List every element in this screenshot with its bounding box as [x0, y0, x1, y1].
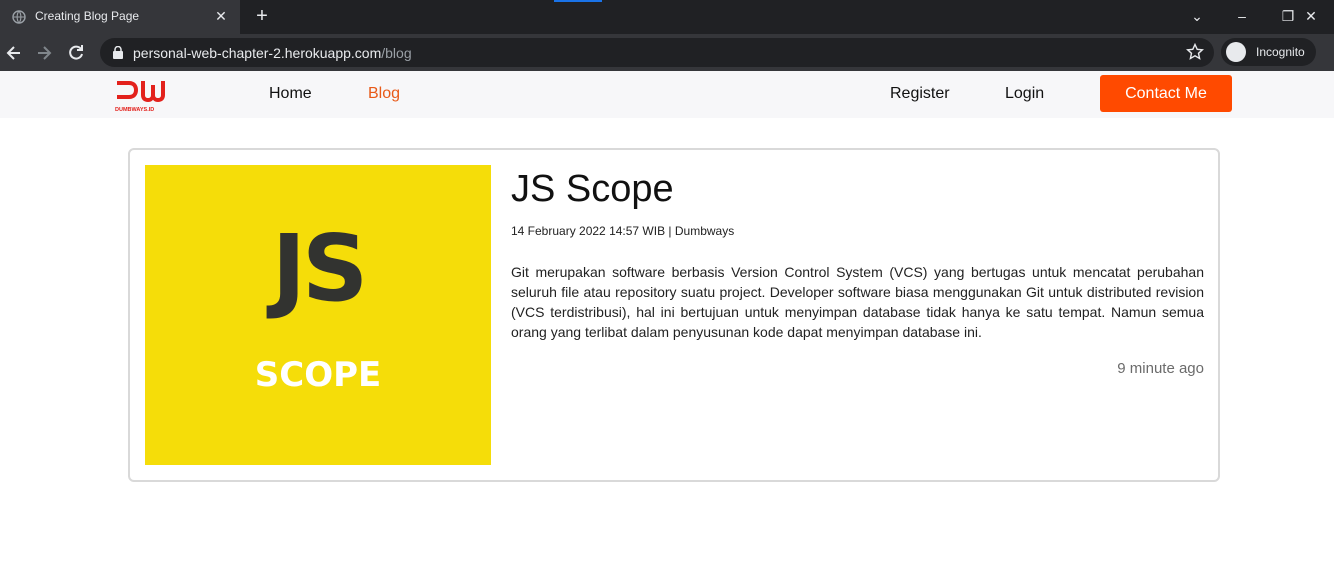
blog-post-card[interactable]: JS SCOPE JS Scope 14 February 2022 14:57… — [128, 148, 1220, 482]
minimize-icon[interactable]: – — [1231, 6, 1253, 26]
url-path: /blog — [381, 45, 412, 61]
close-window-icon[interactable]: ✕ — [1300, 6, 1322, 26]
thumbnail-scope-text: SCOPE — [254, 355, 382, 395]
post-title[interactable]: JS Scope — [511, 168, 674, 211]
nav-home[interactable]: Home — [269, 85, 312, 103]
contact-me-button[interactable]: Contact Me — [1100, 75, 1232, 112]
incognito-label: Incognito — [1256, 45, 1305, 59]
reload-icon[interactable] — [66, 43, 86, 63]
post-meta: 14 February 2022 14:57 WIB | Dumbways — [511, 224, 735, 238]
site-navbar: DUMBWAYS.ID Home Blog Register Login Con… — [0, 71, 1334, 118]
tab-search-icon[interactable]: ⌄ — [1186, 6, 1208, 26]
browser-toolbar: personal-web-chapter-2.herokuapp.com/blo… — [0, 34, 1334, 71]
bookmark-star-icon[interactable] — [1186, 43, 1204, 61]
browser-tab-bar: Creating Blog Page ✕ + ⌄ – ❐ ✕ — [0, 0, 1334, 34]
restore-icon[interactable]: ❐ — [1277, 6, 1299, 26]
post-time-ago: 9 minute ago — [1117, 360, 1204, 377]
browser-tab[interactable]: Creating Blog Page ✕ — [0, 0, 240, 34]
dumbways-logo[interactable]: DUMBWAYS.ID — [114, 77, 166, 113]
address-bar[interactable]: personal-web-chapter-2.herokuapp.com/blo… — [100, 38, 1214, 67]
globe-icon — [12, 10, 26, 24]
close-tab-icon[interactable]: ✕ — [213, 8, 229, 24]
lock-icon — [113, 46, 123, 59]
forward-icon[interactable] — [34, 43, 54, 63]
tab-title: Creating Blog Page — [35, 9, 140, 23]
url-host: personal-web-chapter-2.herokuapp.com — [133, 45, 382, 61]
nav-register[interactable]: Register — [890, 85, 950, 103]
thumbnail-js-text: JS — [271, 215, 369, 322]
tab-strip-accent — [554, 0, 602, 2]
url-text: personal-web-chapter-2.herokuapp.com/blo… — [133, 45, 412, 61]
incognito-icon — [1226, 42, 1246, 62]
new-tab-icon[interactable]: + — [252, 6, 272, 26]
back-icon[interactable] — [4, 43, 24, 63]
nav-login[interactable]: Login — [1005, 85, 1044, 103]
incognito-badge[interactable]: Incognito — [1221, 38, 1316, 66]
post-body: Git merupakan software berbasis Version … — [511, 264, 1204, 340]
logo-text: DUMBWAYS.ID — [115, 107, 154, 113]
post-thumbnail[interactable]: JS SCOPE — [145, 165, 491, 465]
nav-blog[interactable]: Blog — [368, 85, 400, 103]
